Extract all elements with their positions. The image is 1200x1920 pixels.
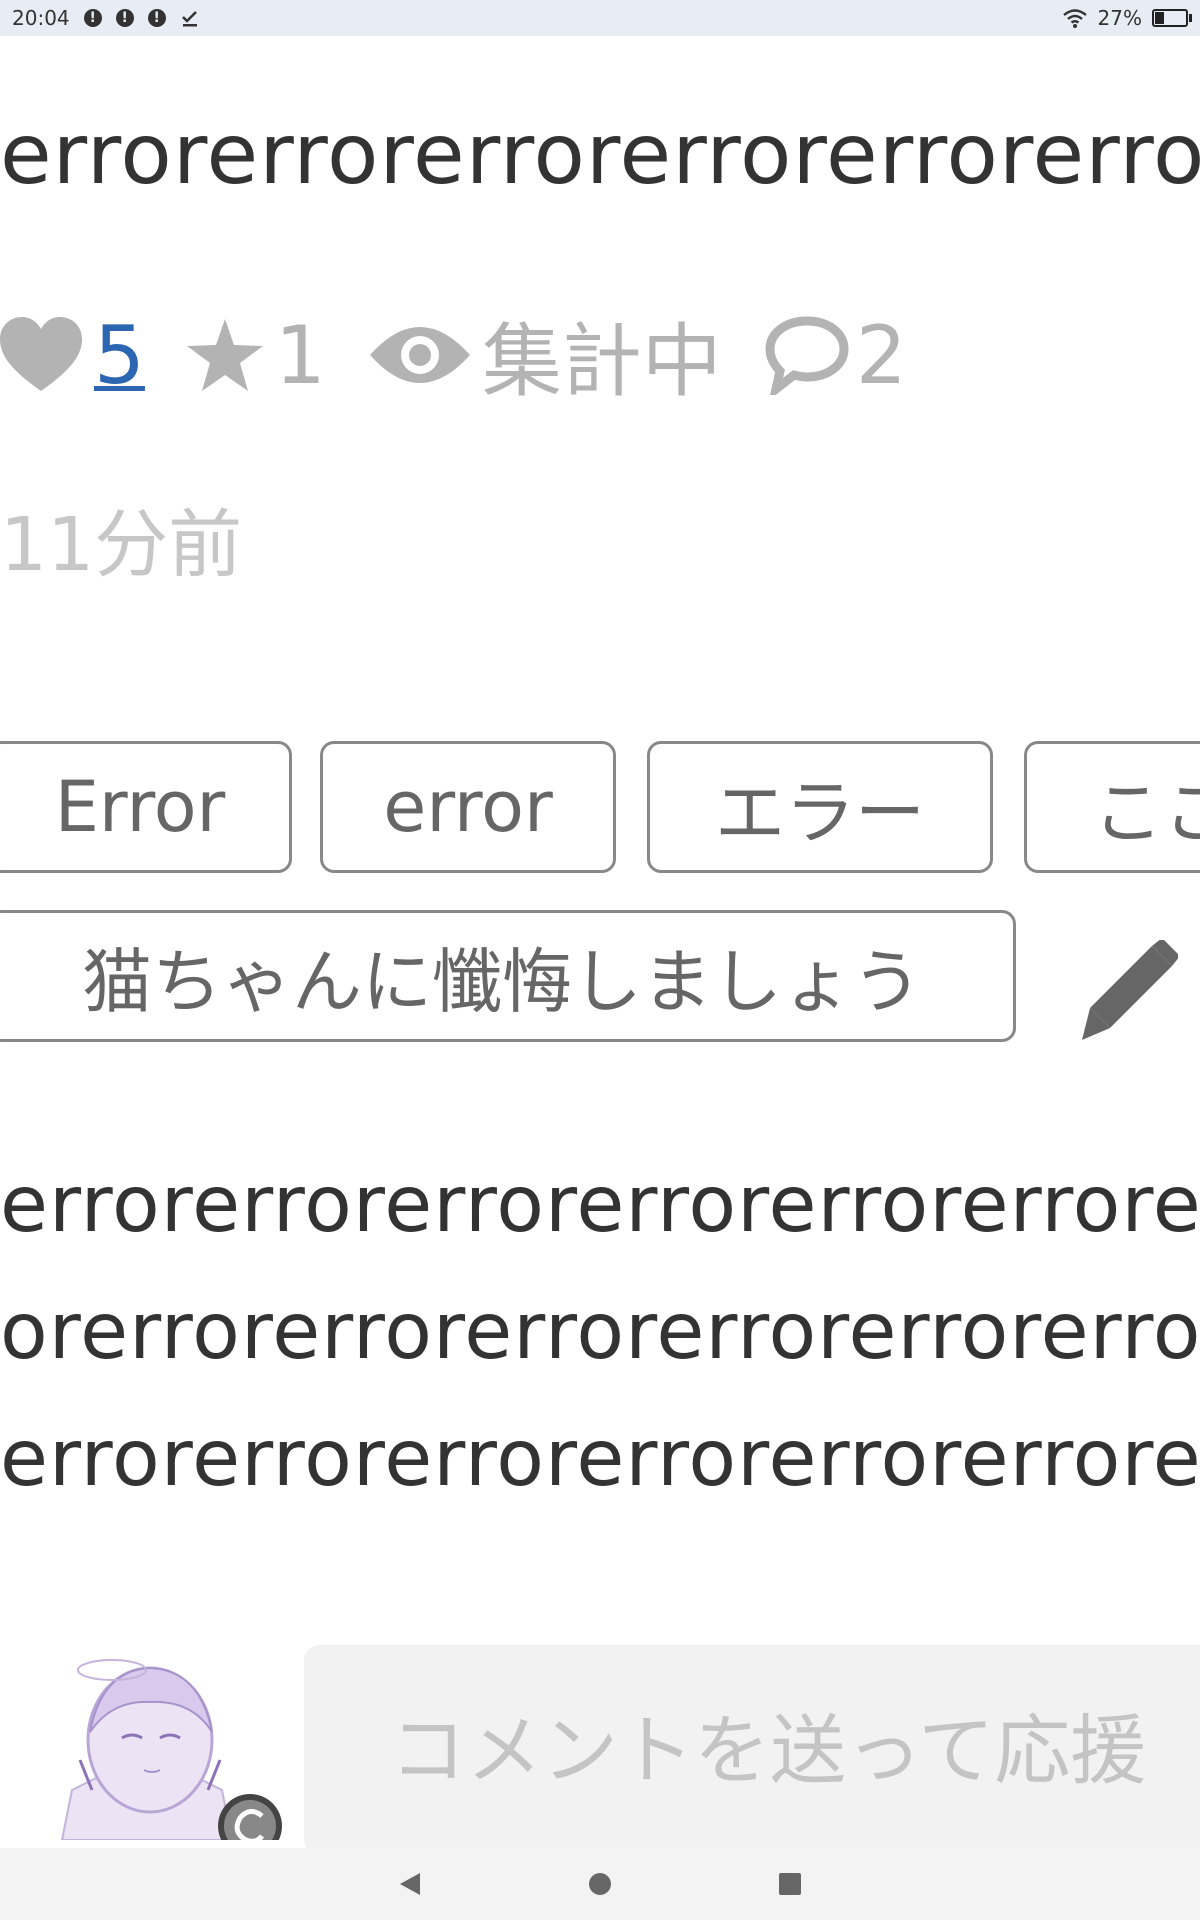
battery-icon [1152, 9, 1192, 27]
post-body-line: orerrorerrorerrorerrorerrorerrorerr [0, 1287, 1200, 1377]
comments-stat: 2 [764, 309, 907, 402]
views-stat: 集計中 [368, 297, 722, 413]
stats-row: 5 1 集計中 2 [0, 305, 907, 408]
status-time: 20:04 [12, 6, 70, 30]
system-nav-bar [0, 1848, 1200, 1920]
like-stat[interactable]: 5 [0, 309, 145, 402]
bookmark-count: 1 [274, 308, 326, 402]
pencil-icon[interactable] [1082, 938, 1180, 1046]
bookmark-stat: 1 [186, 308, 326, 402]
avatar[interactable] [32, 1640, 288, 1840]
avatar-illustration [60, 1659, 282, 1840]
post-title: errorerrorerrorerrorerrorerror [0, 105, 1200, 203]
post-timestamp: 11分前 [0, 502, 243, 588]
battery-percent: 27% [1097, 6, 1142, 30]
alert-icon: ! [115, 9, 134, 27]
back-button[interactable] [390, 1864, 430, 1904]
tag-label: error [383, 766, 553, 848]
recents-icon[interactable] [778, 1872, 802, 1896]
speech-bubble-icon [765, 316, 849, 395]
post-body-line: errorerrorerrorerrorerrorerrorerror [0, 1414, 1200, 1504]
tag-label: ここ [1093, 771, 1200, 854]
eye-icon [369, 327, 470, 383]
alert-icon: ! [83, 9, 102, 27]
download-done-icon [181, 11, 197, 27]
tag-chip[interactable]: ここ [1024, 741, 1200, 873]
likes-count[interactable]: 5 [94, 309, 145, 402]
home-icon[interactable] [588, 1872, 612, 1896]
tag-label: 猫ちゃんに懺悔しましょう [82, 940, 922, 1023]
tag-chip[interactable]: 猫ちゃんに懺悔しましょう [0, 910, 1016, 1042]
post-body-line: errorerrorerrorerrorerrorerrorerror [0, 1160, 1200, 1250]
alert-icon: ! [147, 9, 166, 27]
app-screen: 20:04 ! ! ! 27% errorerrorerrorerrorerro… [0, 0, 1200, 1920]
tag-chip[interactable]: Error [0, 741, 292, 873]
views-count: 集計中 [481, 315, 722, 408]
status-bar: 20:04 ! ! ! 27% [0, 0, 1200, 36]
heart-icon[interactable] [0, 317, 82, 393]
comments-count: 2 [855, 308, 907, 402]
wifi-icon [1062, 9, 1087, 28]
recents-button[interactable] [770, 1864, 810, 1904]
status-right: 27% [1062, 6, 1200, 30]
tag-chip[interactable]: error [320, 741, 616, 873]
back-icon[interactable] [398, 1871, 422, 1897]
tag-label: エラー [715, 771, 925, 854]
battery-fill [1155, 12, 1164, 24]
comment-box[interactable] [304, 1645, 1200, 1855]
tag-chip[interactable]: エラー [647, 741, 993, 873]
home-button[interactable] [580, 1864, 620, 1904]
tag-label: Error [54, 766, 226, 848]
star-icon [186, 319, 263, 391]
comment-input[interactable] [304, 1704, 1200, 1796]
edit-tags-button[interactable] [1082, 938, 1180, 1046]
status-left: 20:04 ! ! ! [0, 6, 200, 30]
